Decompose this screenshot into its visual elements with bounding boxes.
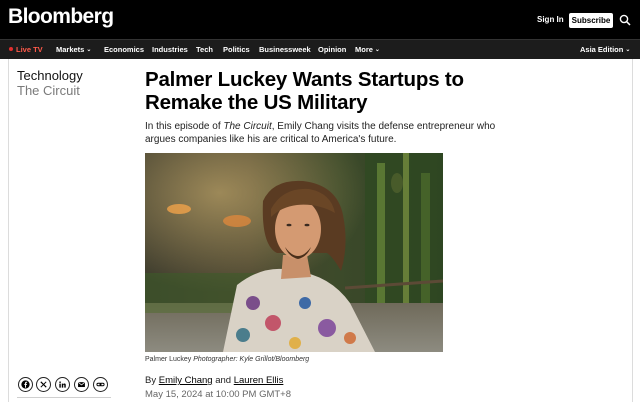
- x-glyph-icon: [40, 381, 47, 388]
- article-photo: [145, 153, 443, 352]
- nav-politics[interactable]: Politics: [223, 40, 250, 60]
- chevron-down-icon: ⌄: [86, 47, 92, 53]
- publish-date: May 15, 2024 at 10:00 PM GMT+8: [145, 389, 292, 400]
- dek-show-title: The Circuit: [223, 121, 272, 132]
- nav-more[interactable]: More ⌄: [355, 40, 380, 60]
- byline-and: and: [215, 375, 232, 386]
- section-label[interactable]: Technology: [17, 68, 83, 83]
- facebook-glyph-icon: [21, 380, 30, 389]
- portrait-image: [145, 153, 443, 352]
- sign-in-link[interactable]: Sign In: [537, 15, 564, 24]
- link-glyph-icon: [96, 382, 105, 387]
- share-divider: [17, 397, 111, 398]
- left-rule: [8, 59, 9, 402]
- search-icon[interactable]: [619, 14, 631, 26]
- author-link-2[interactable]: Lauren Ellis: [234, 375, 284, 386]
- nav-opinion[interactable]: Opinion: [318, 40, 346, 60]
- main-nav: Live TV Markets ⌄ Economics Industries Te…: [0, 39, 640, 59]
- dek-text: In this episode of: [145, 121, 224, 132]
- nav-economics[interactable]: Economics: [104, 40, 144, 60]
- top-bar: Bloomberg Sign In Subscribe: [0, 0, 640, 39]
- author-link-1[interactable]: Emily Chang: [159, 375, 213, 386]
- facebook-icon[interactable]: [18, 377, 33, 392]
- right-rule: [632, 59, 633, 402]
- email-icon[interactable]: [74, 377, 89, 392]
- linkedin-icon[interactable]: [55, 377, 70, 392]
- link-icon[interactable]: [93, 377, 108, 392]
- article-dek: In this episode of The Circuit, Emily Ch…: [145, 120, 515, 146]
- chevron-down-icon: ⌄: [625, 47, 631, 53]
- nav-industries[interactable]: Industries: [152, 40, 188, 60]
- nav-tech[interactable]: Tech: [196, 40, 213, 60]
- photo-caption: Palmer Luckey Photographer: Kyle Grillot…: [145, 356, 309, 363]
- email-glyph-icon: [78, 382, 85, 388]
- nav-live-label: Live TV: [16, 45, 43, 54]
- nav-more-label: More: [355, 45, 373, 54]
- bloomberg-logo[interactable]: Bloomberg: [8, 5, 114, 29]
- nav-edition[interactable]: Asia Edition ⌄: [580, 40, 630, 60]
- byline: By Emily Chang and Lauren Ellis: [145, 375, 283, 386]
- caption-credit: Photographer: Kyle Grillot/Bloomberg: [193, 356, 310, 363]
- nav-markets[interactable]: Markets ⌄: [56, 40, 91, 60]
- series-label[interactable]: The Circuit: [17, 83, 80, 98]
- nav-edition-label: Asia Edition: [580, 45, 624, 54]
- live-dot-icon: [9, 47, 13, 51]
- nav-businessweek[interactable]: Businessweek: [259, 40, 311, 60]
- nav-live-tv[interactable]: Live TV: [9, 40, 43, 60]
- byline-by: By: [145, 375, 157, 386]
- nav-markets-label: Markets: [56, 45, 85, 54]
- linkedin-glyph-icon: [59, 381, 66, 388]
- chevron-down-icon: ⌄: [374, 47, 380, 53]
- caption-name: Palmer Luckey: [145, 356, 192, 363]
- article-headline: Palmer Luckey Wants Startups to Remake t…: [145, 68, 464, 114]
- subscribe-button[interactable]: Subscribe: [569, 13, 613, 28]
- x-icon[interactable]: [36, 377, 51, 392]
